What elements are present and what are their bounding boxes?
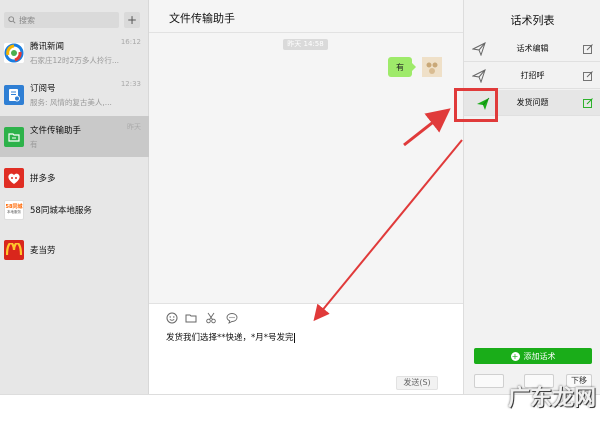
scissors-icon[interactable] [205, 312, 217, 324]
search-icon [8, 16, 16, 24]
chat-item-tencent-news[interactable]: 腾讯新闻 石家庄12时2万多人拎行... 16:12 [0, 32, 149, 73]
annotation-highlight [454, 88, 498, 122]
search-input[interactable]: 搜索 [4, 12, 119, 28]
subscription-icon [4, 84, 24, 105]
search-placeholder: 搜索 [19, 15, 35, 25]
chat-window: 文件传输助手 昨天 14:58 有 发货我们选择**快递，*月*号发完 发送(S… [149, 0, 463, 394]
draft-text: 发货我们选择**快递，*月*号发完 [166, 333, 294, 343]
logo-58-sub: 本地服务 [7, 209, 21, 214]
chat-time: 12:33 [120, 80, 141, 88]
logo-58-text: 58同城 [5, 203, 23, 210]
avatar [422, 57, 442, 77]
chat-item-mcdonalds[interactable]: 麦当劳 [0, 229, 149, 270]
add-chat-button[interactable]: + [124, 12, 140, 28]
mcdonalds-icon [4, 239, 24, 260]
58-tongcheng-icon: 58同城 本地服务 [4, 199, 24, 220]
chat-time: 昨天 [127, 123, 141, 131]
chat-preview: 有 [30, 139, 38, 149]
tencent-news-icon [4, 42, 24, 63]
chat-preview: 石家庄12时2万多人拎行... [30, 55, 119, 65]
chat-name: 拼多多 [30, 173, 56, 184]
chat-item-58-tongcheng[interactable]: 58同城 本地服务 58同城本地服务 [0, 189, 149, 230]
plus-icon: + [510, 351, 520, 361]
chat-name: 58同城本地服务 [30, 205, 92, 216]
script-label: 话术编辑 [516, 44, 549, 53]
script-panel: 话术列表 话术编辑 打招呼 发货问题 + 添加话术 下移 [463, 0, 600, 394]
edit-icon[interactable] [583, 71, 593, 81]
message-bubble: 有 [388, 57, 416, 77]
chat-item-subscription[interactable]: 订阅号 服务: 风情的复古美人,... 12:33 [0, 74, 149, 115]
chat-preview: 服务: 风情的复古美人,... [30, 97, 112, 107]
add-script-button[interactable]: + 添加话术 [474, 348, 592, 364]
folder-icon[interactable] [185, 312, 197, 324]
script-action-button[interactable] [474, 374, 504, 388]
title-divider [149, 32, 463, 33]
watermark-text: 广东龙网 [508, 385, 597, 411]
chat-sidebar: 搜索 + 腾讯新闻 石家庄12时2万多人拎行... 16:12 订阅号 服务: … [0, 0, 149, 394]
message-input-area[interactable]: 发货我们选择**快递，*月*号发完 发送(S) [149, 303, 463, 394]
panel-title: 话术列表 [510, 14, 555, 27]
draft-text-line[interactable]: 发货我们选择**快递，*月*号发完 [166, 331, 295, 343]
edit-icon[interactable] [583, 44, 593, 54]
script-item-greeting[interactable]: 打招呼 [464, 63, 600, 89]
chat-bubble-icon[interactable] [226, 312, 238, 324]
file-transfer-icon [4, 126, 24, 147]
edit-icon[interactable] [583, 98, 593, 108]
send-button[interactable]: 发送(S) [396, 376, 438, 390]
chat-name: 麦当劳 [30, 245, 56, 256]
chat-title: 文件传输助手 [169, 12, 235, 25]
text-cursor [293, 332, 295, 343]
script-item-edit[interactable]: 话术编辑 [464, 36, 600, 62]
chat-item-file-transfer[interactable]: 文件传输助手 有 昨天 [0, 116, 149, 157]
chat-time: 16:12 [120, 38, 141, 46]
emoji-icon[interactable] [166, 312, 178, 324]
add-script-label: 添加话术 [523, 351, 556, 361]
pinduoduo-icon [4, 167, 24, 188]
script-label: 打招呼 [520, 71, 545, 80]
time-separator: 昨天 14:58 [283, 39, 328, 50]
